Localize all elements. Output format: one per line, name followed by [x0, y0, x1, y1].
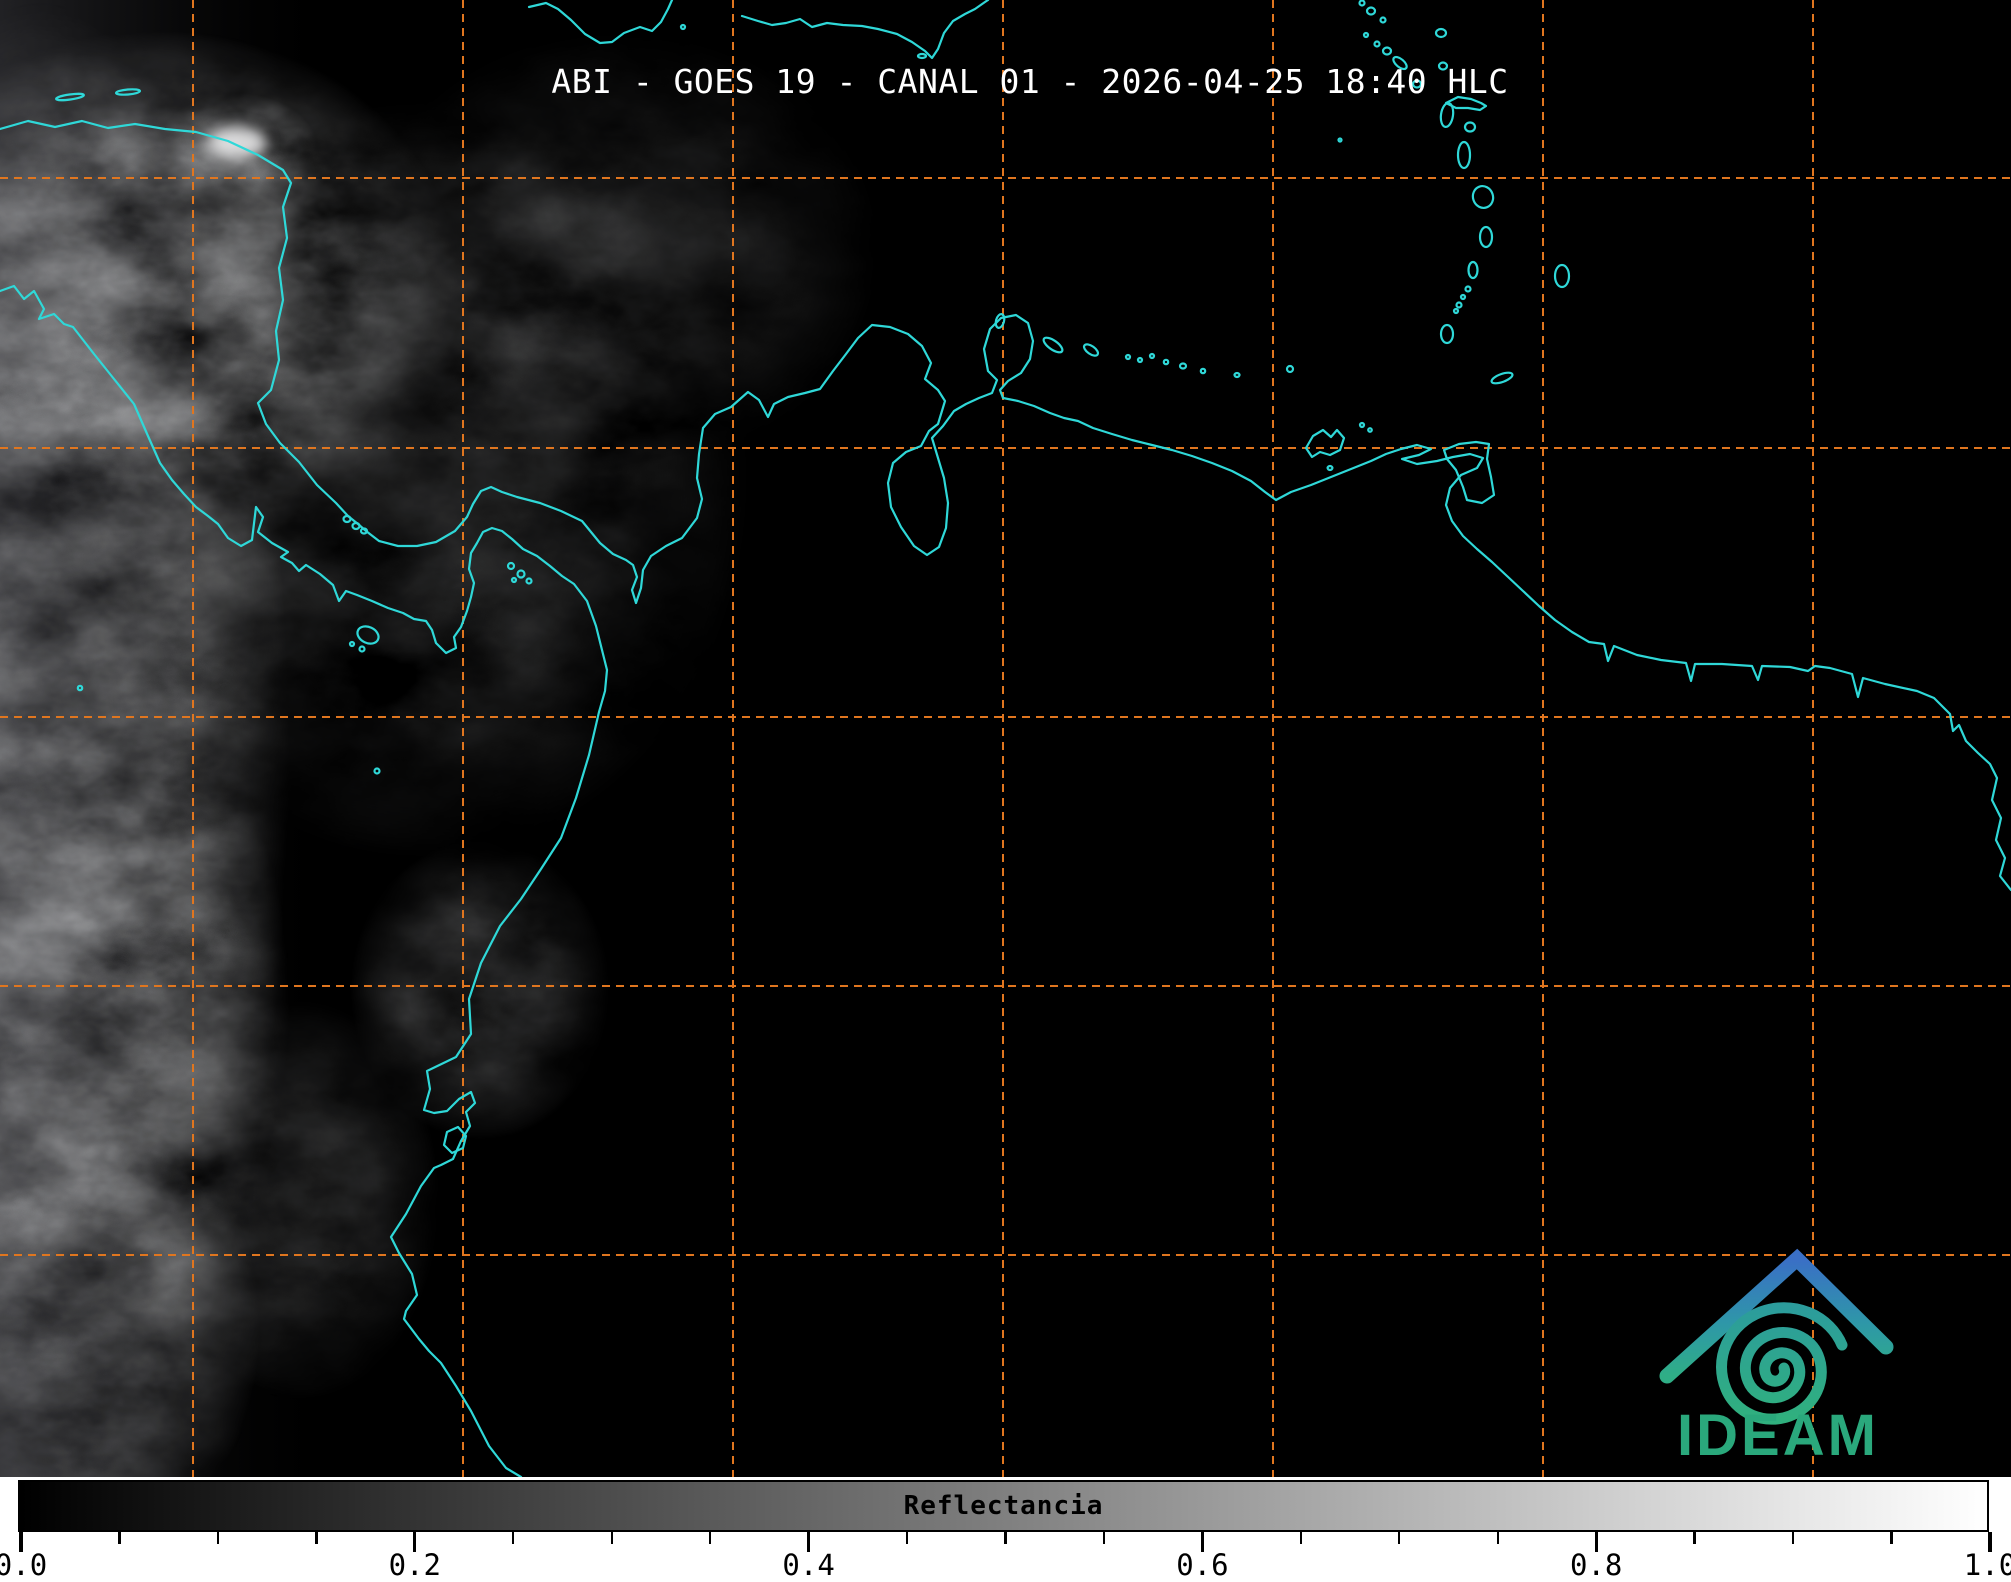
logo-text: IDEAM — [1677, 1403, 1879, 1468]
colorbar: Reflectancia — [18, 1480, 1989, 1532]
colorbar-minor-tick — [1004, 1532, 1007, 1544]
colorbar-minor-tick — [1890, 1532, 1893, 1544]
colorbar-minor-tick — [1791, 1532, 1795, 1544]
colorbar-minor-tick — [1693, 1532, 1696, 1544]
image-title: ABI - GOES 19 - CANAL 01 - 2026-04-25 18… — [551, 62, 1509, 101]
colorbar-minor-tick — [1398, 1532, 1401, 1544]
satellite-map-canvas: IDEAM — [0, 0, 2011, 1477]
satellite-image-viewer: { "title": { "text": "ABI - GOES 19 - CA… — [0, 0, 2011, 1582]
colorbar-minor-tick — [1299, 1532, 1303, 1544]
colorbar-minor-tick — [315, 1532, 318, 1544]
colorbar-minor-tick — [905, 1532, 909, 1544]
colorbar-label: Reflectancia — [903, 1491, 1104, 1521]
colorbar-minor-tick — [512, 1532, 515, 1544]
colorbar-minor-tick — [1102, 1532, 1106, 1544]
colorbar-minor-tick — [708, 1532, 712, 1544]
colorbar-minor-tick — [118, 1532, 121, 1544]
colorbar-minor-tick — [1496, 1532, 1499, 1544]
cloud-patch — [160, 1000, 440, 1400]
colorbar-minor-tick — [216, 1532, 220, 1544]
colorbar-minor-tick — [610, 1532, 613, 1544]
satellite-map: IDEAM ABI - GOES 19 - CANAL 01 - 2026-04… — [0, 0, 2011, 1477]
